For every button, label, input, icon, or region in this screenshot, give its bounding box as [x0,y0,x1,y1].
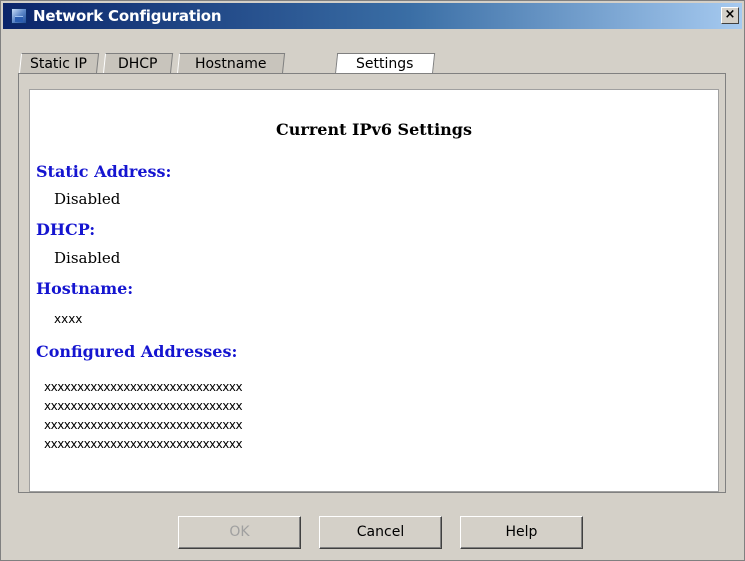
tab-static-ip[interactable]: Static IP [18,53,100,74]
title-bar[interactable]: Network Configuration × [3,3,742,29]
tab-settings[interactable]: Settings [334,53,436,75]
ok-button[interactable]: OK [178,516,301,549]
address-item: xxxxxxxxxxxxxxxxxxxxxxxxxxxxxx [44,418,243,432]
configured-addresses-list: xxxxxxxxxxxxxxxxxxxxxxxxxxxxxx xxxxxxxxx… [44,378,243,454]
dhcp-value: Disabled [54,249,121,267]
dhcp-label: DHCP: [36,220,96,239]
tab-hostname[interactable]: Hostname [176,53,286,74]
help-button[interactable]: Help [460,516,583,549]
static-address-value: Disabled [54,190,121,208]
close-icon: × [724,7,736,22]
configured-addresses-label: Configured Addresses: [36,342,238,361]
address-item: xxxxxxxxxxxxxxxxxxxxxxxxxxxxxx [44,380,243,394]
hostname-label: Hostname: [36,279,134,298]
cancel-button[interactable]: Cancel [319,516,442,549]
close-button[interactable]: × [721,7,739,24]
window-title: Network Configuration [33,7,222,25]
network-configuration-window: Network Configuration × Static IP DHCP H… [0,0,745,561]
address-item: xxxxxxxxxxxxxxxxxxxxxxxxxxxxxx [44,437,243,451]
settings-content: Current IPv6 Settings Static Address: Di… [29,89,719,492]
hostname-value: xxxx [54,312,83,326]
button-bar: OK Cancel Help [1,499,745,555]
address-item: xxxxxxxxxxxxxxxxxxxxxxxxxxxxxx [44,399,243,413]
static-address-label: Static Address: [36,162,172,181]
settings-heading: Current IPv6 Settings [276,120,472,139]
tab-dhcp[interactable]: DHCP [102,53,174,74]
network-config-icon [11,8,27,24]
